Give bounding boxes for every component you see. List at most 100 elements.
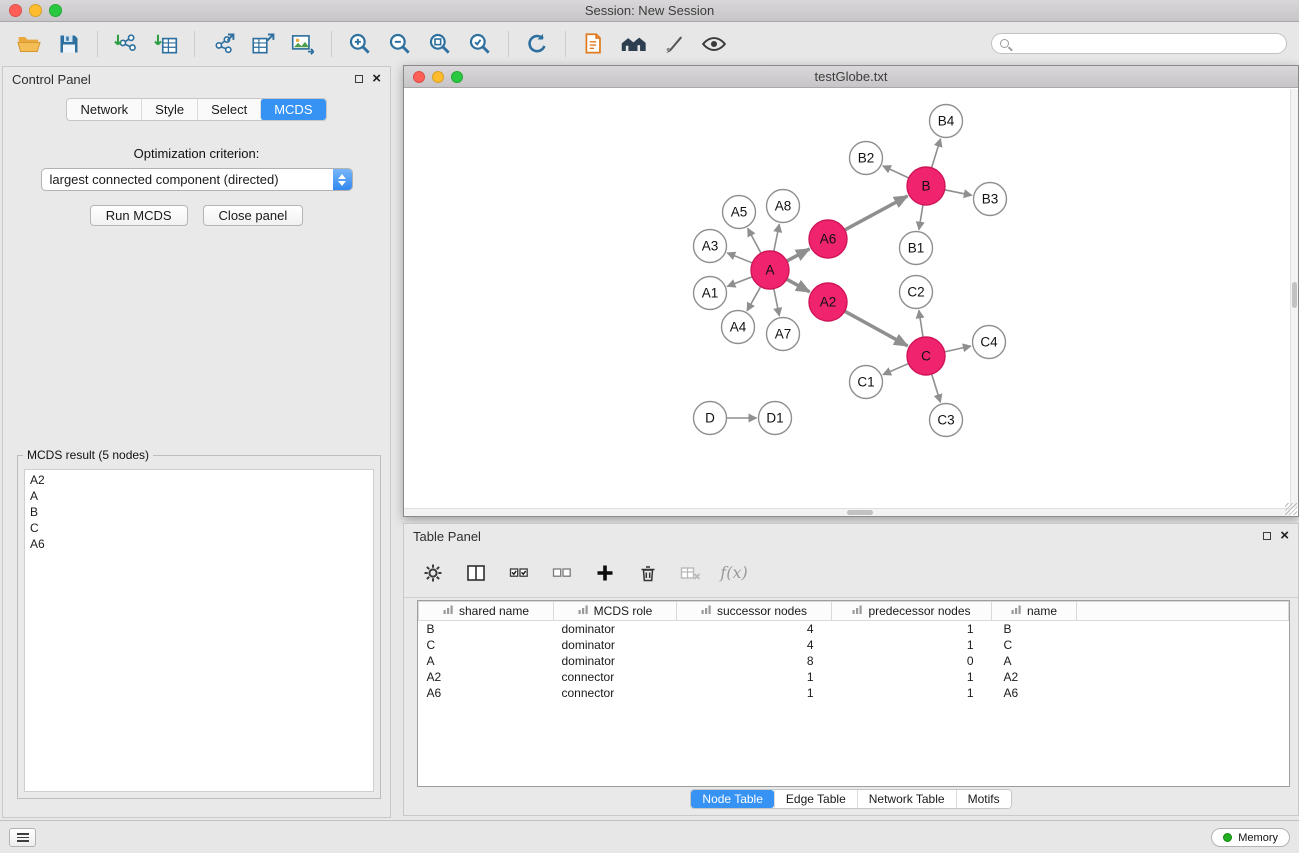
graph-edge-C-C2[interactable]: [919, 310, 923, 337]
table-cell[interactable]: A: [992, 653, 1077, 669]
tab-motifs[interactable]: Motifs: [956, 790, 1011, 808]
table-cell[interactable]: 1: [832, 685, 992, 701]
graph-edge-A-A1[interactable]: [727, 277, 752, 287]
graph-node-B2[interactable]: B2: [850, 142, 883, 175]
graph-edge-A-A6[interactable]: [787, 249, 810, 261]
zoom-in-button[interactable]: [343, 28, 377, 60]
table-cell[interactable]: A6: [419, 685, 554, 701]
table-row[interactable]: Bdominator41B: [419, 621, 1289, 637]
graph-edge-B-B3[interactable]: [945, 190, 972, 196]
function-builder-button[interactable]: f(x): [722, 561, 746, 585]
graph-node-C2[interactable]: C2: [900, 276, 933, 309]
graph-node-A4[interactable]: A4: [722, 311, 755, 344]
graph-edge-B-B4[interactable]: [932, 139, 941, 168]
graph-node-B1[interactable]: B1: [900, 232, 933, 265]
show-details-button[interactable]: [697, 28, 731, 60]
save-session-button[interactable]: [52, 28, 86, 60]
close-panel-button[interactable]: ×: [372, 74, 381, 84]
graph-edge-A-A5[interactable]: [748, 228, 761, 253]
tab-node-table[interactable]: Node Table: [691, 790, 774, 808]
table-cell[interactable]: B: [992, 621, 1077, 637]
result-item[interactable]: C: [25, 520, 373, 536]
graph-node-D[interactable]: D: [694, 402, 727, 435]
table-cell[interactable]: 0: [832, 653, 992, 669]
graph-node-B3[interactable]: B3: [974, 183, 1007, 216]
select-all-columns-button[interactable]: [507, 561, 531, 585]
delete-column-button[interactable]: [636, 561, 660, 585]
table-cell[interactable]: 1: [677, 685, 832, 701]
table-cell[interactable]: 1: [832, 637, 992, 653]
run-mcds-button[interactable]: Run MCDS: [90, 205, 188, 226]
graph-node-A1[interactable]: A1: [694, 277, 727, 310]
float-table-panel-button[interactable]: [1263, 532, 1271, 540]
zoom-selected-button[interactable]: [463, 28, 497, 60]
graph-edge-A6-B[interactable]: [845, 196, 908, 230]
graph-edge-A-A4[interactable]: [747, 287, 761, 311]
table-cell[interactable]: C: [419, 637, 554, 653]
table-cell[interactable]: 1: [832, 669, 992, 685]
window-resize-grip[interactable]: [1285, 503, 1297, 515]
search-input[interactable]: [1014, 37, 1278, 51]
delete-table-button[interactable]: [679, 561, 703, 585]
table-row[interactable]: A2connector11A2: [419, 669, 1289, 685]
graph-edge-C-C3[interactable]: [932, 374, 941, 402]
table-cell[interactable]: A: [419, 653, 554, 669]
tab-edge-table[interactable]: Edge Table: [774, 790, 857, 808]
home-button[interactable]: [617, 28, 651, 60]
deselect-all-columns-button[interactable]: [550, 561, 574, 585]
table-cell[interactable]: 4: [677, 621, 832, 637]
table-cell[interactable]: B: [419, 621, 554, 637]
graph-node-C3[interactable]: C3: [930, 404, 963, 437]
graph-edge-A-A3[interactable]: [727, 253, 752, 263]
search-field[interactable]: [991, 33, 1287, 54]
result-item[interactable]: B: [25, 504, 373, 520]
table-row[interactable]: A6connector11A6: [419, 685, 1289, 701]
show-column-button[interactable]: [464, 561, 488, 585]
import-table-button[interactable]: [149, 28, 183, 60]
graph-edge-A-A7[interactable]: [774, 289, 780, 316]
graph-node-C[interactable]: C: [907, 337, 945, 375]
table-cell[interactable]: C: [992, 637, 1077, 653]
table-cell[interactable]: 1: [832, 621, 992, 637]
graph-node-A3[interactable]: A3: [694, 230, 727, 263]
graph-node-B[interactable]: B: [907, 167, 945, 205]
close-table-panel-button[interactable]: ×: [1280, 531, 1289, 541]
graph-node-A2[interactable]: A2: [809, 283, 847, 321]
import-network-button[interactable]: [109, 28, 143, 60]
graph-node-A8[interactable]: A8: [767, 190, 800, 223]
graph-node-D1[interactable]: D1: [759, 402, 792, 435]
result-item[interactable]: A2: [25, 472, 373, 488]
column-header-successor-nodes[interactable]: successor nodes: [677, 602, 832, 621]
network-horizontal-scrollbar[interactable]: [404, 508, 1290, 516]
zoom-out-button[interactable]: [383, 28, 417, 60]
tab-network[interactable]: Network: [67, 99, 141, 120]
column-header-predecessor-nodes[interactable]: predecessor nodes: [832, 602, 992, 621]
graph-edge-C-C4[interactable]: [945, 346, 971, 352]
table-cell[interactable]: dominator: [554, 621, 677, 637]
export-image-button[interactable]: [286, 28, 320, 60]
table-cell[interactable]: dominator: [554, 637, 677, 653]
table-cell[interactable]: connector: [554, 685, 677, 701]
tab-network-table[interactable]: Network Table: [857, 790, 956, 808]
tab-mcds[interactable]: MCDS: [260, 99, 325, 120]
table-row[interactable]: Cdominator41C: [419, 637, 1289, 653]
create-column-button[interactable]: [593, 561, 617, 585]
graph-node-C4[interactable]: C4: [973, 326, 1006, 359]
graph-node-A[interactable]: A: [751, 251, 789, 289]
table-settings-button[interactable]: [421, 561, 445, 585]
column-header-shared-name[interactable]: shared name: [419, 602, 554, 621]
tab-style[interactable]: Style: [141, 99, 197, 120]
table-cell[interactable]: A2: [992, 669, 1077, 685]
graph-edge-B-B2[interactable]: [883, 166, 909, 178]
graph-node-A7[interactable]: A7: [767, 318, 800, 351]
refresh-view-button[interactable]: [520, 28, 554, 60]
network-canvas[interactable]: B4B2BB3B1A5A8A6A3AA1C2A2A4A7C4CC1C3DD1: [404, 89, 1290, 510]
criterion-select[interactable]: largest connected component (directed): [41, 168, 353, 191]
column-header-mcds-role[interactable]: MCDS role: [554, 602, 677, 621]
graph-node-A5[interactable]: A5: [723, 196, 756, 229]
result-item[interactable]: A6: [25, 536, 373, 552]
open-file-button[interactable]: [12, 28, 46, 60]
table-cell[interactable]: dominator: [554, 653, 677, 669]
table-cell[interactable]: 1: [677, 669, 832, 685]
graph-edge-C-C1[interactable]: [883, 364, 909, 375]
